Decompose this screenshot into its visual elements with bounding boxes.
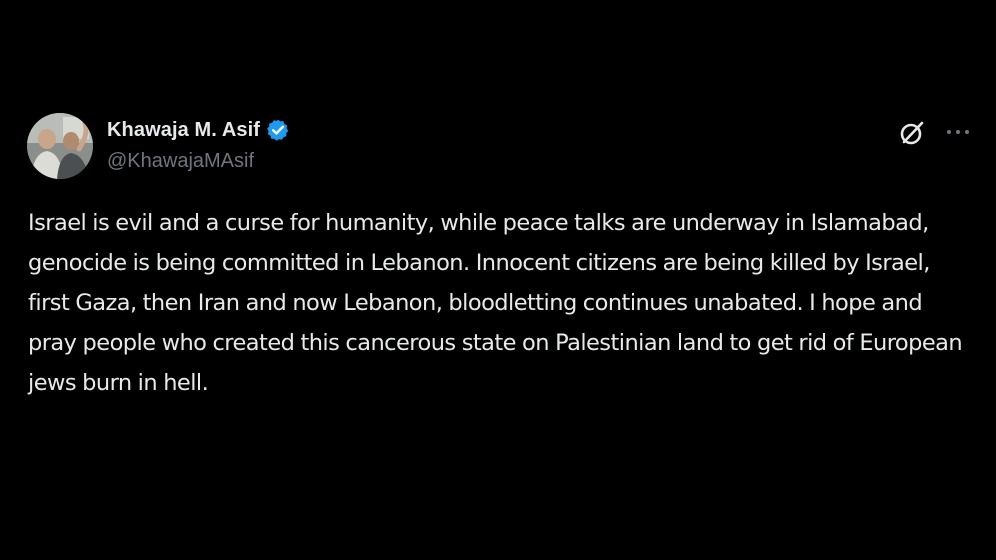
avatar[interactable] [27, 113, 93, 179]
tweet-card: Khawaja M. Asif @KhawajaMAsif Israel is … [0, 96, 996, 464]
display-name[interactable]: Khawaja M. Asif [107, 119, 260, 142]
verified-badge-icon [266, 118, 290, 142]
more-icon[interactable] [944, 120, 972, 144]
grok-icon[interactable] [897, 118, 927, 148]
tweet-text: Israel is evil and a curse for humanity,… [28, 210, 963, 396]
author-name-row[interactable]: Khawaja M. Asif [107, 117, 290, 143]
author-handle[interactable]: @KhawajaMAsif [107, 150, 254, 173]
